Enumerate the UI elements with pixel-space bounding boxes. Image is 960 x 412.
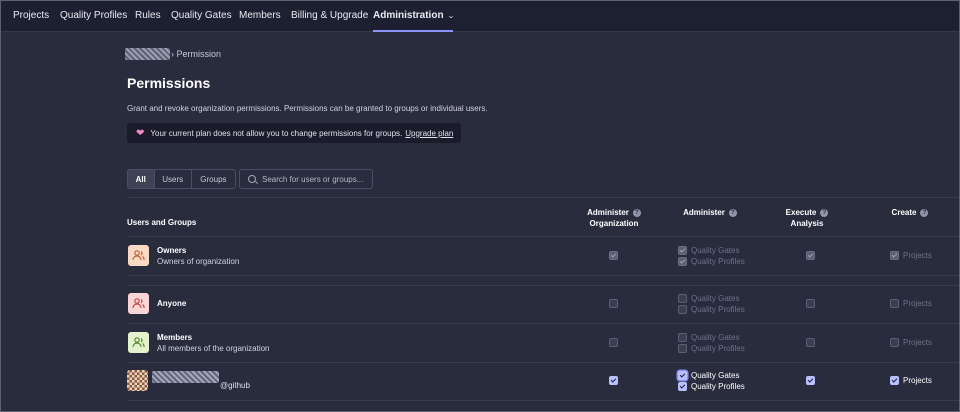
chevron-right-icon: › <box>171 49 174 59</box>
group-icon <box>132 250 145 261</box>
label-projects[interactable]: Projects <box>903 376 932 385</box>
user-login-suffix: @github <box>220 381 250 390</box>
checkbox-quality-gates <box>678 246 687 255</box>
header-administer-label: Administer <box>683 208 725 217</box>
header-create: Create? <box>880 207 940 218</box>
nav-members[interactable]: Members <box>239 0 281 32</box>
row-name: Members <box>157 333 193 342</box>
banner-text: Your current plan does not allow you to … <box>150 128 403 138</box>
help-icon[interactable]: ? <box>728 209 737 217</box>
row-name: Anyone <box>157 299 187 308</box>
header-execute-analysis: Execute? Analysis <box>772 207 842 229</box>
nav-administration-label: Administration <box>373 10 444 21</box>
label-projects: Projects <box>903 251 932 260</box>
nav-projects[interactable]: Projects <box>13 0 49 32</box>
breadcrumb-organization-redacted[interactable] <box>125 48 170 60</box>
upgrade-plan-link[interactable]: Upgrade plan <box>405 129 453 138</box>
group-icon <box>132 298 145 309</box>
divider <box>127 275 960 276</box>
checkbox-quality-profiles[interactable] <box>678 382 687 391</box>
checkbox-quality-profiles <box>678 305 687 314</box>
nav-administration[interactable]: Administration ⌄ <box>373 0 455 32</box>
nav-billing-upgrade[interactable]: Billing & Upgrade <box>291 0 368 32</box>
header-execute-analysis-line1: Execute <box>785 208 817 217</box>
tab-all[interactable]: All <box>128 170 155 188</box>
user-avatar <box>127 370 148 391</box>
label-quality-gates: Quality Gates <box>691 333 740 342</box>
row-name: Owners <box>157 246 187 255</box>
checkbox-administer-organization <box>609 251 618 260</box>
group-avatar <box>128 332 149 353</box>
label-quality-profiles: Quality Profiles <box>691 344 745 353</box>
label-quality-gates: Quality Gates <box>691 246 740 255</box>
checkbox-quality-gates[interactable] <box>678 371 687 380</box>
breadcrumb-current: Permission <box>176 49 222 59</box>
checkbox-execute-analysis[interactable] <box>806 376 815 385</box>
tab-groups[interactable]: Groups <box>192 170 235 188</box>
checkbox-quality-profiles <box>678 257 687 266</box>
search-input[interactable] <box>262 174 372 184</box>
checkbox-execute-analysis <box>806 299 815 308</box>
divider <box>127 362 960 363</box>
checkbox-administer-organization <box>609 338 618 347</box>
header-create-label: Create <box>891 208 917 217</box>
checkbox-projects[interactable] <box>890 376 899 385</box>
group-icon <box>132 337 145 348</box>
upgrade-banner: ❤ Your current plan does not allow you t… <box>127 123 461 143</box>
divider <box>127 400 960 401</box>
row-description: All members of the organization <box>157 344 270 353</box>
divider <box>127 236 960 237</box>
checkbox-quality-profiles <box>678 344 687 353</box>
top-nav: Projects Quality Profiles Rules Quality … <box>0 0 960 32</box>
help-icon[interactable]: ? <box>920 209 929 217</box>
tab-users[interactable]: Users <box>155 170 192 188</box>
row-description: Owners of organization <box>157 257 240 266</box>
chevron-down-icon: ⌄ <box>446 13 455 20</box>
checkbox-administer-organization[interactable] <box>609 376 618 385</box>
search-box <box>239 169 373 189</box>
divider <box>127 323 960 324</box>
header-execute-analysis-line2: Analysis <box>790 219 824 228</box>
nav-rules[interactable]: Rules <box>135 0 161 32</box>
header-administer-organization-line2: Organization <box>589 219 639 228</box>
divider <box>127 197 960 198</box>
checkbox-execute-analysis <box>806 251 815 260</box>
filter-tabs: All Users Groups <box>127 169 236 189</box>
nav-quality-profiles[interactable]: Quality Profiles <box>60 0 127 32</box>
checkbox-execute-analysis <box>806 338 815 347</box>
checkbox-projects <box>890 299 899 308</box>
label-projects: Projects <box>903 299 932 308</box>
label-quality-gates[interactable]: Quality Gates <box>691 371 739 380</box>
label-quality-profiles[interactable]: Quality Profiles <box>691 382 745 391</box>
checkbox-quality-gates <box>678 294 687 303</box>
checkbox-quality-gates <box>678 333 687 342</box>
checkbox-administer-organization <box>609 299 618 308</box>
group-avatar <box>128 293 149 314</box>
help-icon[interactable]: ? <box>820 209 829 217</box>
page-title: Permissions <box>127 75 211 91</box>
header-users-and-groups: Users and Groups <box>127 218 197 227</box>
help-icon[interactable]: ? <box>632 209 641 217</box>
heart-icon: ❤ <box>136 127 145 139</box>
label-quality-profiles: Quality Profiles <box>691 305 745 314</box>
breadcrumb: › Permission <box>171 49 221 59</box>
label-quality-gates: Quality Gates <box>691 294 740 303</box>
header-administer-organization-line1: Administer <box>587 208 629 217</box>
checkbox-projects <box>890 338 899 347</box>
user-name-redacted <box>152 371 219 383</box>
header-administer: Administer? <box>670 207 750 218</box>
checkbox-projects <box>890 251 899 260</box>
page-description: Grant and revoke organization permission… <box>127 104 488 113</box>
search-icon <box>248 175 256 183</box>
label-quality-profiles: Quality Profiles <box>691 257 745 266</box>
header-administer-organization: Administer? Organization <box>575 207 653 229</box>
divider <box>127 285 960 286</box>
nav-quality-gates[interactable]: Quality Gates <box>171 0 232 32</box>
group-avatar <box>128 245 149 266</box>
label-projects: Projects <box>903 338 932 347</box>
